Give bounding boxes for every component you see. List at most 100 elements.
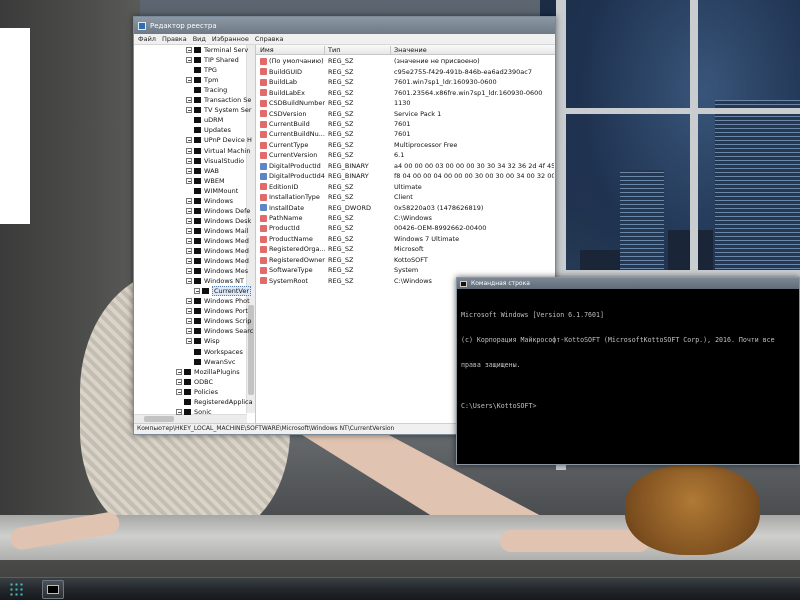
tree-item[interactable]: Windows Port [186,306,248,316]
tree-item[interactable]: MozillaPlugins [176,367,240,377]
column-type-header[interactable]: Тип [328,46,340,54]
tree-item[interactable]: Windows Defe [186,206,250,216]
tree-item[interactable]: TPG [186,65,217,75]
expand-icon[interactable] [186,318,192,325]
start-button[interactable] [5,580,29,599]
registry-value-row[interactable]: BuildGUID REG_SZ c95e2755-f429-491b-846b-e… [256,66,555,77]
tree-item[interactable]: WBEM [186,176,225,186]
expand-icon[interactable] [186,298,192,305]
registry-value-row[interactable]: CurrentBuild REG_SZ 7601 [256,119,555,130]
tree-item[interactable]: Virtual Machin [186,146,251,156]
expand-icon[interactable] [176,378,182,385]
tree-item[interactable]: Policies [176,387,218,397]
expand-icon[interactable] [186,197,192,204]
registry-value-row[interactable]: BuildLab REG_SZ 7601.win7sp1_ldr.160930-06… [256,77,555,88]
expand-icon[interactable] [186,57,192,64]
expand-icon[interactable] [186,217,192,224]
registry-value-row[interactable]: CSDVersion REG_SZ Service Pack 1 [256,108,555,119]
expand-icon[interactable] [176,388,182,395]
column-data-header[interactable]: Значение [394,46,427,54]
tree-item[interactable]: Windows [186,196,233,206]
tree-item[interactable]: uDRM [186,115,223,125]
menu-file[interactable]: Файл [138,35,156,43]
registry-value-row[interactable]: RegisteredOwner REG_SZ KottoSOFT [256,255,555,266]
column-name-header[interactable]: Имя [260,46,274,54]
expand-icon[interactable] [186,167,192,174]
tree-item[interactable]: Tracing [186,85,227,95]
cmd-console-output[interactable]: Microsoft Windows [Version 6.1.7601] (c)… [461,295,797,426]
registry-value-row[interactable]: CurrentBuildNu... REG_SZ 7601 [256,129,555,140]
tree-item[interactable]: Windows Mail [186,226,248,236]
registry-key-tree[interactable]: Terminal Serv TIP Shared TPG Tpm Tracing Tran… [134,45,256,423]
tree-item[interactable]: WIMMount [186,186,238,196]
tree-item[interactable]: WwanSvc [186,357,235,367]
taskbar-cmd-button[interactable] [42,580,64,599]
registry-value-row[interactable]: InstallDate REG_DWORD 0x58220a03 (14786268… [256,202,555,213]
registry-value-row[interactable]: DigitalProductId4 REG_BINARY f8 04 00 00 0… [256,171,555,182]
tree-item-selected[interactable]: CurrentVer [194,286,252,297]
expand-icon[interactable] [186,137,192,144]
registry-value-row[interactable]: DigitalProductId REG_BINARY a4 00 00 00 03… [256,161,555,172]
expand-icon[interactable] [186,248,192,254]
expand-icon[interactable] [186,107,192,114]
tree-item[interactable]: VisualStudio [186,156,244,166]
expand-icon[interactable] [186,328,192,335]
tree-item[interactable]: Terminal Serv [186,45,248,55]
expand-icon[interactable] [186,308,192,315]
expand-icon[interactable] [186,237,192,244]
tree-hscroll-thumb[interactable] [144,416,174,422]
cmd-titlebar[interactable]: Командная строка [457,278,799,289]
tree-item[interactable]: Windows Med [186,236,249,246]
tree-item[interactable]: UPnP Device H [186,135,252,145]
tree-item[interactable]: Wisp [186,336,220,346]
registry-value-row[interactable]: CurrentType REG_SZ Multiprocessor Free [256,140,555,151]
expand-icon[interactable] [186,97,192,104]
tree-item[interactable]: TIP Shared [186,55,239,65]
tree-item[interactable]: Windows Med [186,246,249,256]
expand-icon[interactable] [186,177,192,184]
tree-item[interactable]: Windows Phot [186,296,250,306]
menu-edit[interactable]: Правка [162,35,187,43]
registry-value-row[interactable]: (По умолчанию) REG_SZ (значение не присвое… [256,56,555,67]
registry-value-row[interactable]: InstallationType REG_SZ Client [256,192,555,203]
expand-icon[interactable] [194,288,200,295]
tree-item[interactable]: TV System Ser [186,105,252,115]
registry-value-row[interactable]: RegisteredOrga... REG_SZ Microsoft [256,244,555,255]
registry-value-row[interactable]: CSDBuildNumber REG_SZ 1130 [256,98,555,109]
console-prompt-line[interactable]: C:\Users\KottoSOFT> [461,402,797,410]
menu-help[interactable]: Справка [255,35,284,43]
expand-icon[interactable] [176,408,182,415]
tree-item[interactable]: Tpm [186,75,218,85]
registry-value-row[interactable]: CurrentVersion REG_SZ 6.1 [256,150,555,161]
expand-icon[interactable] [186,258,192,265]
tree-item[interactable]: Workspaces [186,347,243,357]
tree-item[interactable]: Windows Mes [186,266,248,276]
expand-icon[interactable] [186,268,192,275]
tree-item[interactable]: ODBC [176,377,213,387]
tree-item[interactable]: Windows NT [186,276,244,286]
expand-icon[interactable] [186,278,192,285]
expand-icon[interactable] [186,77,192,84]
menu-view[interactable]: Вид [193,35,206,43]
tree-item[interactable]: WAB [186,166,219,176]
tree-item[interactable]: Windows Desk [186,216,251,226]
expand-icon[interactable] [186,227,192,234]
tree-item[interactable]: Updates [186,125,231,135]
expand-icon[interactable] [186,147,192,154]
tree-item[interactable]: RegisteredApplica [176,397,253,407]
expand-icon[interactable] [186,338,192,345]
registry-value-row[interactable]: SoftwareType REG_SZ System [256,265,555,276]
registry-value-row[interactable]: PathName REG_SZ C:\Windows [256,213,555,224]
menu-favorites[interactable]: Избранное [212,35,249,43]
expand-icon[interactable] [186,157,192,164]
tree-item[interactable]: Transaction Se [186,95,251,105]
registry-value-row[interactable]: ProductId REG_SZ 00426-OEM-8992662-00400 [256,223,555,234]
tree-item[interactable]: Windows Searc [186,326,253,336]
expand-icon[interactable] [186,207,192,214]
registry-value-row[interactable]: EditionID REG_SZ Ultimate [256,181,555,192]
registry-value-row[interactable]: BuildLabEx REG_SZ 7601.23564.x86fre.win7sp… [256,87,555,98]
tree-item[interactable]: Windows Scrip [186,316,251,326]
cmd-window[interactable]: Командная строка Microsoft Windows [Vers… [456,277,800,465]
registry-value-row[interactable]: ProductName REG_SZ Windows 7 Ultimate [256,234,555,245]
tree-item[interactable]: Windows Med [186,256,249,266]
